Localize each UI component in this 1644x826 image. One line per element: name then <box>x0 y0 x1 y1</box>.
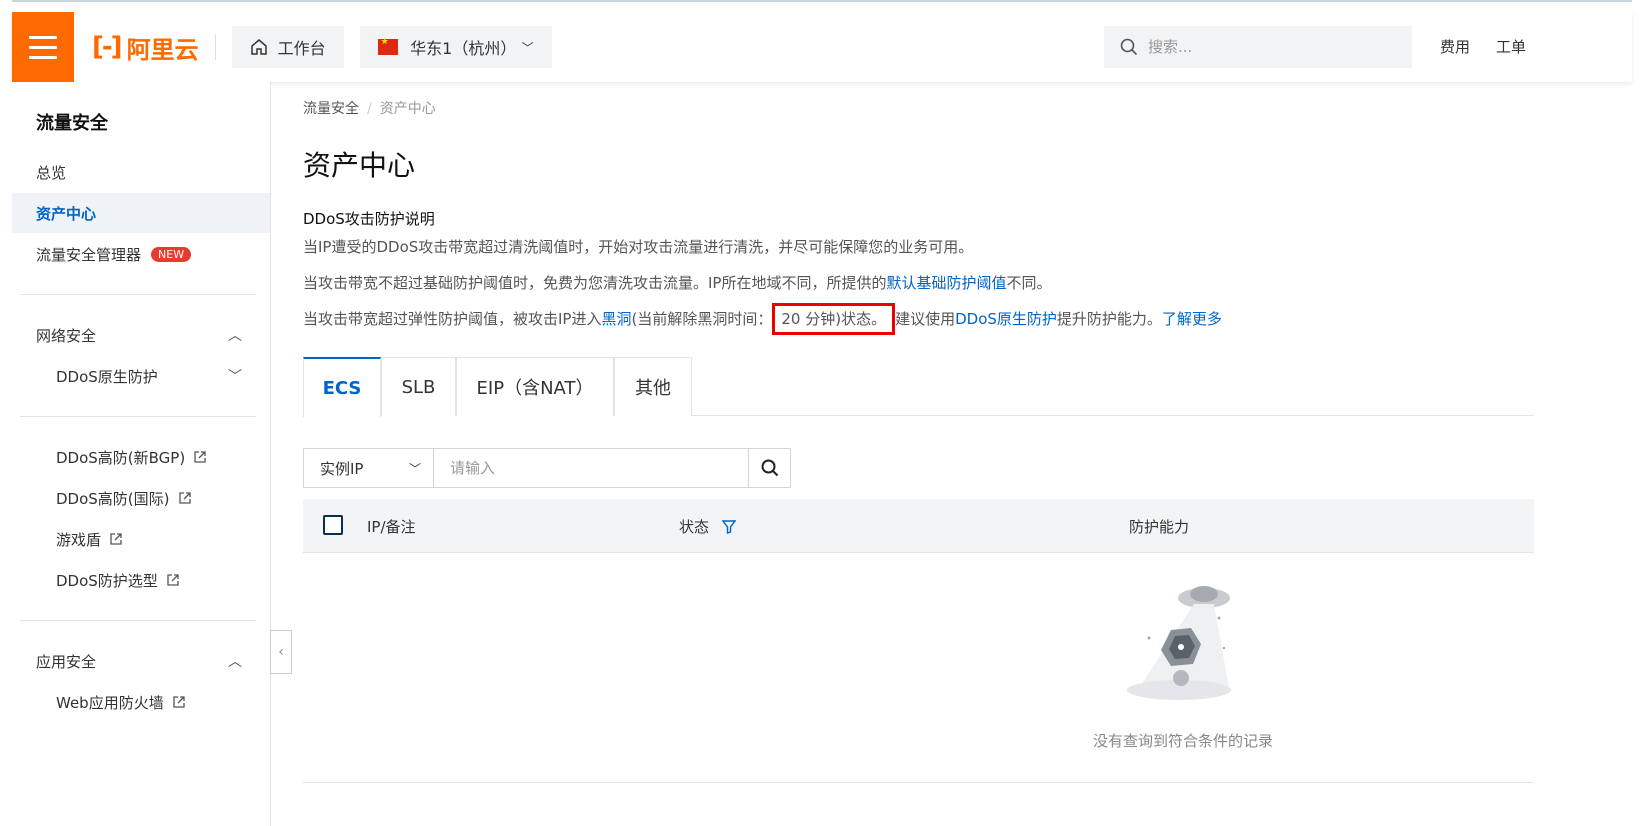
sidebar-group-network-security[interactable]: 网络安全 ︿ <box>12 315 270 355</box>
asset-tabs: ECS SLB EIP（含NAT） 其他 <box>303 357 1534 417</box>
chevron-up-icon: ︿ <box>228 328 242 344</box>
billing-link[interactable]: 费用 <box>1440 36 1470 57</box>
aliyun-mark-icon: [-] <box>92 32 123 62</box>
description-line-3: 当攻击带宽超过弹性防护阈值，被攻击IP进入黑洞(当前解除黑洞时间： 20 分钟)状… <box>303 303 1222 335</box>
sidebar-item-ddos-intl[interactable]: DDoS高防(国际) <box>12 478 270 518</box>
sidebar-item-label: 流量安全管理器 <box>36 245 142 264</box>
external-link-icon <box>194 451 206 463</box>
sidebar-collapse-button[interactable]: ‹ <box>270 630 292 674</box>
desc-text: 提升防护能力。 <box>1056 310 1162 328</box>
divider <box>20 294 256 295</box>
highlighted-duration: 20 分钟)状态。 <box>772 303 896 335</box>
divider <box>20 620 256 621</box>
breadcrumb-link[interactable]: 流量安全 <box>303 101 359 117</box>
region-label: 华东1（杭州） <box>410 39 517 58</box>
chevron-down-icon: ﹀ <box>521 40 534 55</box>
filter-input[interactable] <box>434 449 748 487</box>
chevron-left-icon: ‹ <box>278 644 284 660</box>
sidebar-item-ddos-native[interactable]: DDoS原生防护 ﹀ <box>12 356 270 396</box>
divider <box>20 416 256 417</box>
logo-text: 阿里云 <box>126 35 199 64</box>
sidebar-item-ddos-selection[interactable]: DDoS防护选型 <box>12 560 270 600</box>
filter-icon[interactable] <box>721 520 737 534</box>
search-icon <box>761 459 778 477</box>
external-link-icon <box>178 492 191 504</box>
external-link-icon <box>110 533 122 545</box>
table-bottom-border <box>303 782 1534 783</box>
sidebar-item-label: 资产中心 <box>36 204 97 223</box>
empty-state-text: 没有查询到符合条件的记录 <box>1093 732 1274 750</box>
search-icon <box>1120 38 1138 56</box>
chevron-down-icon: ﹀ <box>228 369 242 385</box>
sidebar-item-label: Web应用防火墙 <box>56 693 164 712</box>
top-border <box>12 0 1632 2</box>
desc-text: 当攻击带宽超过弹性防护阈值，被攻击IP进入 <box>303 310 602 328</box>
page-title: 资产中心 <box>303 149 416 182</box>
china-flag-icon <box>377 37 399 55</box>
home-icon <box>250 39 267 55</box>
breadcrumb-separator: / <box>367 101 372 117</box>
search-button[interactable] <box>748 449 790 487</box>
desc-text: 不同。 <box>1006 274 1052 292</box>
region-selector[interactable]: 华东1（杭州） ﹀ <box>359 26 552 68</box>
sidebar-title: 流量安全 <box>36 113 108 134</box>
ddos-native-link[interactable]: DDoS原生防护 <box>955 310 1057 328</box>
column-ip-note: IP/备注 <box>367 518 416 536</box>
description-line-2: 当攻击带宽不超过基础防护阈值时，免费为您清洗攻击流量。IP所在地域不同，所提供的… <box>303 272 1052 293</box>
group-label: 应用安全 <box>36 652 97 671</box>
breadcrumb-current: 资产中心 <box>379 101 436 117</box>
aliyun-logo[interactable]: [-] 阿里云 <box>92 12 199 82</box>
divider <box>214 34 216 60</box>
default-threshold-link[interactable]: 默认基础防护阈值 <box>886 274 1006 292</box>
sidebar-item-game-shield[interactable]: 游戏盾 <box>12 519 270 559</box>
filter-field-select[interactable]: 实例IP ﹀ <box>304 449 434 487</box>
table-header: IP/备注 状态 防护能力 <box>303 499 1534 553</box>
sidebar: 流量安全 总览 资产中心 流量安全管理器 NEW 网络安全 ︿ DDoS原生防护… <box>12 82 271 826</box>
tab-eip[interactable]: EIP（含NAT） <box>456 357 614 416</box>
sidebar-item-label: DDoS高防(新BGP) <box>56 448 186 467</box>
sidebar-item-overview[interactable]: 总览 <box>12 152 270 192</box>
global-search[interactable] <box>1104 26 1412 68</box>
console-page: [-] 阿里云 工作台 华东1（杭州） ﹀ 费用 工单 流量安全 总览 资产中心… <box>0 0 1644 826</box>
sidebar-item-label: DDoS高防(国际) <box>56 489 170 508</box>
external-link-icon <box>167 574 179 586</box>
desc-text: 建议使用 <box>895 310 956 328</box>
tab-ecs[interactable]: ECS <box>303 357 381 417</box>
select-all-checkbox[interactable] <box>323 515 343 535</box>
sidebar-group-app-security[interactable]: 应用安全 ︿ <box>12 641 270 681</box>
sidebar-item-asset-center[interactable]: 资产中心 <box>12 193 270 233</box>
filter-bar: 实例IP ﹀ <box>303 448 791 488</box>
tab-other[interactable]: 其他 <box>614 357 692 416</box>
sidebar-item-label: DDoS原生防护 <box>56 367 158 386</box>
select-value: 实例IP <box>320 459 364 478</box>
hamburger-menu-icon[interactable] <box>12 12 74 82</box>
desc-text: 当攻击带宽不超过基础防护阈值时，免费为您清洗攻击流量。IP所在地域不同，所提供的 <box>303 274 887 292</box>
blackhole-link[interactable]: 黑洞 <box>601 310 631 328</box>
breadcrumb: 流量安全 / 资产中心 <box>303 98 436 118</box>
description-title: DDoS攻击防护说明 <box>303 210 435 228</box>
search-input[interactable] <box>1148 38 1388 56</box>
column-status: 状态 <box>679 516 737 537</box>
sidebar-item-label: DDoS防护选型 <box>56 571 158 590</box>
description-line-1: 当IP遭受的DDoS攻击带宽超过清洗阈值时，开始对攻击流量进行清洗，并尽可能保障… <box>303 238 974 256</box>
sidebar-item-waf[interactable]: Web应用防火墙 <box>12 682 270 722</box>
column-label: 状态 <box>679 518 710 536</box>
new-badge: NEW <box>151 246 192 262</box>
desc-text: (当前解除黑洞时间： <box>631 310 773 328</box>
sidebar-item-ddos-bgp[interactable]: DDoS高防(新BGP) <box>12 437 270 477</box>
tab-slb[interactable]: SLB <box>381 357 456 416</box>
group-label: 网络安全 <box>36 326 97 345</box>
chevron-up-icon: ︿ <box>228 654 242 670</box>
learn-more-link[interactable]: 了解更多 <box>1162 310 1222 328</box>
ticket-link[interactable]: 工单 <box>1496 36 1526 57</box>
workbench-label: 工作台 <box>277 39 326 58</box>
external-link-icon <box>173 696 185 708</box>
empty-state-ufo-icon <box>1127 586 1231 700</box>
sidebar-item-label: 游戏盾 <box>56 530 102 549</box>
sidebar-item-traffic-manager[interactable]: 流量安全管理器 NEW <box>12 234 270 274</box>
sidebar-item-label: 总览 <box>36 163 67 182</box>
chevron-down-icon: ﹀ <box>408 461 421 476</box>
column-protection: 防护能力 <box>1129 518 1190 536</box>
workbench-button[interactable]: 工作台 <box>231 26 344 68</box>
